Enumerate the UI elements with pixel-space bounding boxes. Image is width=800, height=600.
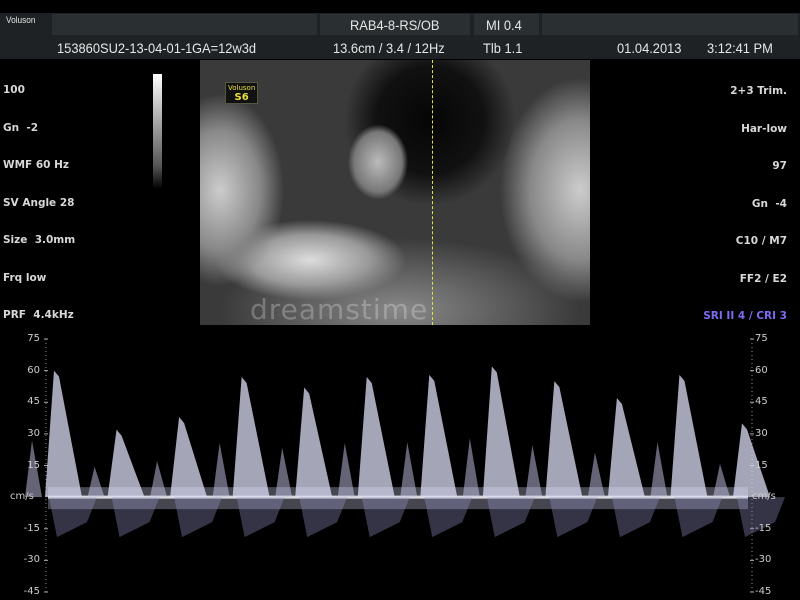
secondary-peak <box>462 438 480 498</box>
negative-flow <box>611 497 660 538</box>
depth-settings: 13.6cm / 3.4 / 12Hz <box>333 40 445 56</box>
secondary-peak <box>87 466 105 498</box>
scale-tick-right: 30 <box>755 427 768 439</box>
scale-tick-right: -15 <box>755 522 772 534</box>
probe-label: RAB4-8-RS/OB <box>350 17 440 33</box>
scale-tick-left: -15 <box>23 522 40 534</box>
param: Size 3.0mm <box>3 234 76 246</box>
secondary-peak <box>212 443 230 498</box>
scale-tick-left: 30 <box>27 427 40 439</box>
date-label: 01.04.2013 <box>617 40 682 56</box>
negative-flow <box>549 497 598 538</box>
param: Frq low <box>3 271 47 284</box>
param: PRF 4.4kHz <box>3 309 74 321</box>
secondary-peak <box>713 463 730 498</box>
scale-tick-left: -45 <box>23 586 40 597</box>
secondary-peak <box>275 447 293 498</box>
doppler-parameters: 100 Gn -2 WMF 60 Hz SV Angle 28 Size 3.0… <box>3 59 75 334</box>
scale-tick-right: 15 <box>755 459 768 471</box>
scale-tick-left: 60 <box>27 364 40 376</box>
scale-tick-right: -30 <box>755 554 772 566</box>
secondary-peak <box>650 442 668 498</box>
scale-tick-left: 45 <box>27 396 40 408</box>
secondary-peak <box>525 444 543 498</box>
systolic-peak <box>45 370 82 498</box>
watermark: dreamstime <box>250 293 429 326</box>
secondary-peak <box>400 442 418 498</box>
secondary-peak <box>150 461 168 498</box>
scale-tick-right: 60 <box>755 364 768 376</box>
negative-flow <box>174 497 223 538</box>
param: SV Angle 28 <box>3 196 75 209</box>
systolic-peak <box>232 376 270 498</box>
scale-tick-left: 15 <box>27 459 40 471</box>
b-mode-image: Voluson S6 <box>200 60 590 325</box>
systolic-peak <box>357 376 395 498</box>
negative-flow <box>111 497 160 538</box>
image-label: Voluson S6 <box>225 82 259 104</box>
negative-flow <box>49 497 97 538</box>
tib-label: Tlb 1.1 <box>483 40 523 56</box>
negative-flow <box>299 497 348 538</box>
param: Gn -4 <box>751 197 787 210</box>
scale-tick-left: 75 <box>27 333 40 344</box>
scale-tick-left: -30 <box>23 554 40 566</box>
param: WMF 60 Hz <box>3 159 70 171</box>
param: 2+3 Trim. <box>730 85 787 97</box>
systolic-peak <box>545 381 583 498</box>
sample-volume-cursor[interactable] <box>432 60 433 325</box>
scale-tick-right: 45 <box>755 396 768 408</box>
negative-flow <box>236 497 285 538</box>
systolic-peak <box>420 374 458 498</box>
negative-flow <box>424 497 473 538</box>
systolic-peak <box>607 398 645 498</box>
systolic-peak <box>295 387 333 498</box>
systolic-peak <box>107 429 145 498</box>
mi-label: MI 0.4 <box>486 17 522 33</box>
param: Gn -2 <box>3 121 39 134</box>
secondary-peak <box>337 443 355 498</box>
param: 97 <box>772 160 787 172</box>
unit-left: cm/s <box>10 491 34 503</box>
param: 100 <box>3 84 25 96</box>
negative-flow <box>486 497 535 538</box>
scale-tick-right: -45 <box>755 586 772 597</box>
header-bar: Voluson RAB4-8-RS/OB MI 0.4 153860SU2-13… <box>0 13 800 59</box>
image-parameters: 2+3 Trim. Har-low 97 Gn -4 C10 / M7 FF2 … <box>703 60 787 335</box>
param-sri-cri: SRI II 4 / CRI 3 <box>703 310 787 322</box>
patient-id: 153860SU2-13-04-01-1 <box>57 40 193 56</box>
systolic-peak <box>170 417 208 498</box>
param: C10 / M7 <box>735 235 787 247</box>
unit-right: cm/s <box>752 491 776 503</box>
grayscale-bar <box>153 74 162 189</box>
secondary-peak <box>587 452 605 498</box>
param: Har-low <box>741 122 787 135</box>
brand-label: Voluson <box>6 15 36 25</box>
scale-tick-right: 75 <box>755 333 768 344</box>
doppler-spectrum <box>25 338 785 593</box>
param: FF2 / E2 <box>739 272 787 285</box>
systolic-peak <box>670 374 708 498</box>
time-label: 3:12:41 PM <box>707 40 773 56</box>
gestational-age: GA=12w3d <box>192 40 257 56</box>
negative-flow <box>361 497 410 538</box>
image-label-code: S6 <box>234 92 249 103</box>
negative-flow <box>674 497 723 538</box>
systolic-peak <box>482 366 520 498</box>
